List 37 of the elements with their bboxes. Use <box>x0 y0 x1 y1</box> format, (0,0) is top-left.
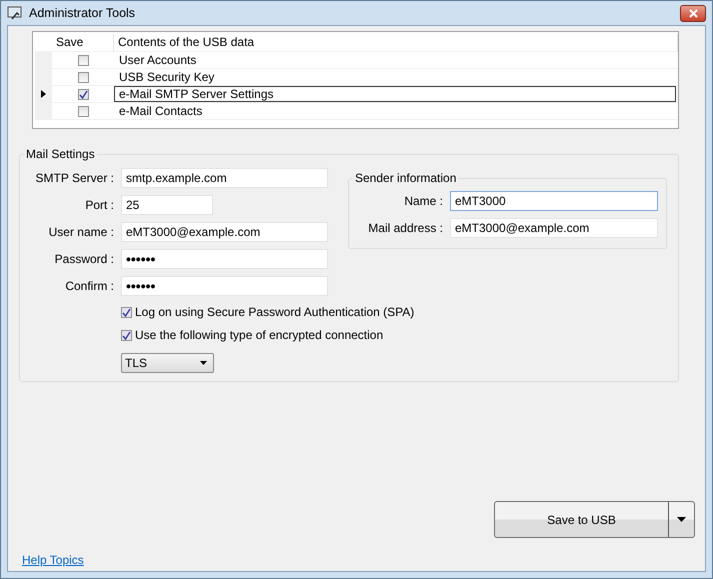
input-field[interactable]: •••••• <box>121 276 328 296</box>
input-field[interactable]: •••••• <box>121 249 328 269</box>
checkbox[interactable] <box>78 72 88 82</box>
group-title: Sender information <box>354 171 458 185</box>
checkbox-label: Log on using Secure Password Authentication (SPA) <box>135 305 414 319</box>
table-cell[interactable]: USB Security Key <box>114 69 676 85</box>
field-label: Port : <box>84 198 114 212</box>
field-label: Mail address : <box>367 221 443 235</box>
input-field[interactable]: smtp.example.com <box>121 168 328 188</box>
table-cell[interactable]: e-Mail SMTP Server Settings <box>114 86 676 102</box>
checkbox[interactable] <box>78 88 88 100</box>
checkbox[interactable] <box>78 54 88 66</box>
tools-icon <box>7 5 23 21</box>
checkbox[interactable] <box>121 330 132 340</box>
input-field[interactable]: eMT3000@example.com <box>450 218 658 238</box>
field-label: SMTP Server : <box>34 171 114 185</box>
window-title: Administrator Tools <box>29 6 136 20</box>
field-label: Password : <box>54 252 114 266</box>
help-link[interactable]: Help Topics <box>22 553 84 567</box>
table-cell[interactable]: User Accounts <box>114 52 676 68</box>
encryption-dropdown[interactable]: TLS <box>121 353 214 373</box>
caret-icon <box>677 517 686 522</box>
checkbox-label: Use the following type of encrypted connection <box>135 328 384 342</box>
field-label: Name : <box>403 194 443 208</box>
checkbox[interactable] <box>121 306 132 318</box>
field-label: Confirm : <box>64 279 114 293</box>
table-cell[interactable]: e-Mail Contacts <box>114 103 676 119</box>
field-label: User name : <box>48 225 114 239</box>
input-field[interactable]: 25 <box>121 195 213 215</box>
close-icon <box>688 8 698 18</box>
close-button[interactable] <box>680 4 706 22</box>
caret-icon <box>200 361 207 365</box>
checkbox[interactable] <box>78 106 88 116</box>
input-field[interactable]: eMT3000 <box>450 191 658 211</box>
input-field[interactable]: eMT3000@example.com <box>121 222 328 242</box>
save-split-button[interactable]: Save to USB <box>494 501 695 538</box>
group-title: Mail Settings <box>25 147 96 161</box>
